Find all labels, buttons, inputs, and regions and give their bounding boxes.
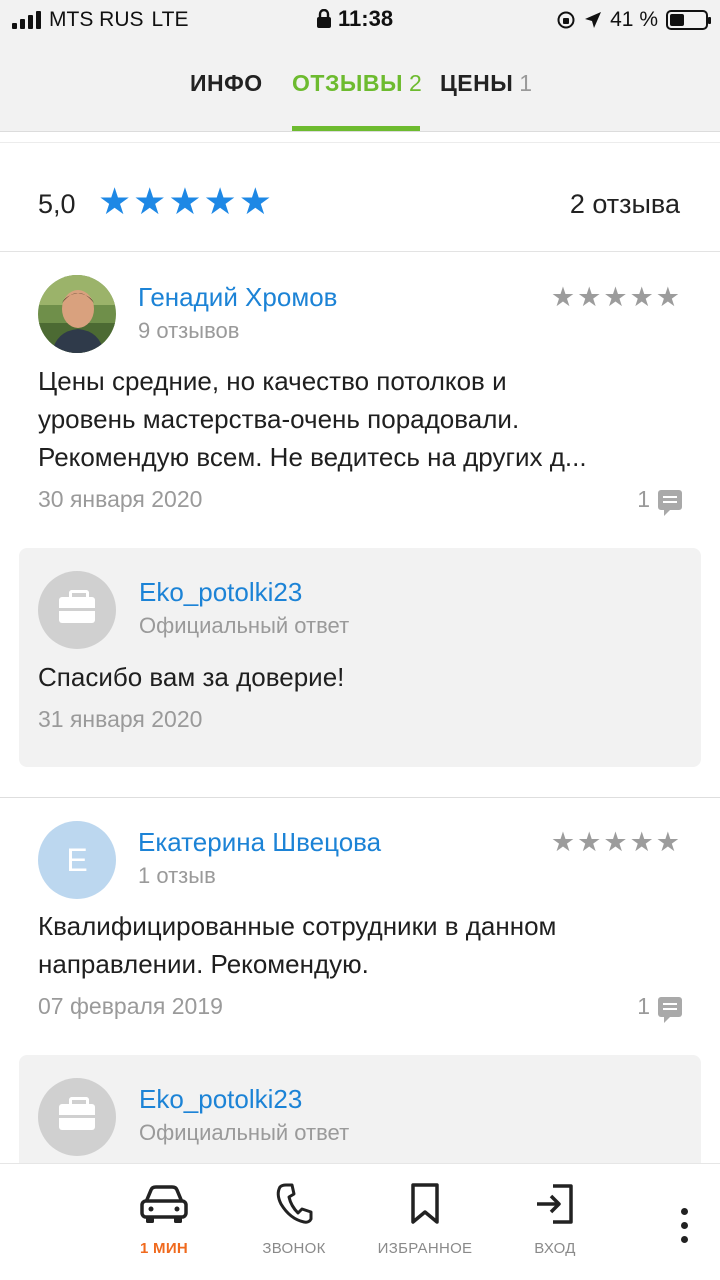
star-icon: ★	[98, 181, 132, 222]
star-icon: ★	[655, 827, 682, 857]
review-rating: ★★★★★	[551, 284, 682, 311]
comments-count: 1	[637, 993, 650, 1019]
active-tab-indicator	[292, 126, 420, 131]
signal-icon	[12, 11, 41, 29]
tab-reviews-count: 2	[409, 70, 423, 96]
clock: 11:38	[338, 6, 394, 31]
business-avatar[interactable]	[38, 571, 116, 649]
phone-icon	[276, 1183, 313, 1224]
tab-prices-label: ЦЕНЫ	[440, 70, 514, 96]
nav-eta-label: 1 МИН	[139, 1240, 189, 1257]
total-reviews: 2 отзыва	[569, 189, 680, 219]
review-text-line: Цены средние, но качество потолков и	[38, 366, 507, 396]
briefcase-icon	[59, 590, 95, 623]
reply-label: Официальный ответ	[139, 1120, 350, 1145]
review-date: 07 февраля 2019	[38, 993, 223, 1019]
star-icon: ★	[238, 181, 272, 222]
review-rating: ★★★★★	[551, 829, 682, 856]
tab-reviews-label: ОТЗЫВЫ	[292, 70, 403, 96]
review-text[interactable]: Цены средние, но качество потолков и уро…	[38, 362, 683, 476]
review-text-line: направлении. Рекомендую.	[38, 949, 369, 979]
comment-icon	[658, 489, 682, 516]
star-icon: ★	[168, 181, 202, 222]
status-left: MTS RUS LTE	[12, 8, 188, 32]
star-icon: ★	[577, 282, 604, 312]
more-menu-icon[interactable]	[674, 1208, 694, 1243]
battery-icon	[666, 10, 711, 30]
official-reply: Eko_potolki23 Официальный ответ	[19, 1055, 701, 1175]
comments-button[interactable]: 1	[637, 486, 682, 516]
briefcase-icon	[59, 1097, 95, 1130]
tab-bar: ИНФО ОТЗЫВЫ 2 ЦЕНЫ 1	[0, 40, 720, 132]
avatar-photo	[38, 275, 116, 353]
reply-author[interactable]: Eko_potolki23	[139, 577, 302, 608]
divider	[0, 797, 720, 798]
official-reply: Eko_potolki23 Официальный ответ Спасибо …	[19, 548, 701, 767]
reply-author[interactable]: Eko_potolki23	[139, 1084, 302, 1115]
nav-call-label: ЗВОНОК	[262, 1240, 326, 1257]
rating-summary: 5,0 ★ ★ ★ ★ ★ 2 отзыва	[0, 142, 720, 252]
tab-reviews[interactable]: ОТЗЫВЫ 2	[292, 70, 422, 97]
tab-info[interactable]: ИНФО	[190, 70, 263, 97]
rotation-lock-icon	[557, 11, 575, 29]
login-icon	[537, 1184, 573, 1224]
tab-prices-count: 1	[519, 70, 533, 96]
nav-favorites[interactable]: ИЗБРАННОЕ	[365, 1182, 485, 1257]
review-text-line: Рекомендую всем. Не ведитесь на других д…	[38, 442, 587, 472]
status-right: 41 %	[556, 8, 711, 32]
comments-count: 1	[637, 486, 650, 512]
star-icon: ★	[603, 282, 630, 312]
avatar[interactable]	[38, 275, 116, 353]
status-center: 11:38	[316, 6, 393, 32]
review-text-line: уровень мастерства-очень порадовали.	[38, 404, 520, 434]
review-text-line: Квалифицированные сотрудники в данном	[38, 911, 557, 941]
nav-login-label: ВХОД	[534, 1240, 576, 1257]
star-icon: ★	[655, 282, 682, 312]
reply-text: Спасибо вам за доверие!	[38, 662, 345, 692]
average-score: 5,0	[38, 189, 76, 219]
network-label: LTE	[151, 8, 189, 31]
review-author[interactable]: Екатерина Швецова	[138, 827, 381, 858]
review-text[interactable]: Квалифицированные сотрудники в данном на…	[38, 907, 683, 983]
nav-login[interactable]: ВХОД	[495, 1182, 615, 1257]
bookmark-icon	[411, 1183, 439, 1224]
car-icon	[140, 1185, 188, 1223]
nav-favorites-label: ИЗБРАННОЕ	[377, 1240, 473, 1257]
carrier-label: MTS RUS	[49, 8, 144, 31]
reply-label: Официальный ответ	[139, 613, 350, 638]
lock-icon	[317, 9, 331, 28]
star-icon: ★	[550, 282, 578, 312]
comment-icon	[658, 996, 682, 1023]
bottom-navigation: 1 МИН ЗВОНОК ИЗБРАННОЕ ВХОД	[0, 1163, 720, 1280]
tab-prices[interactable]: ЦЕНЫ 1	[440, 70, 533, 97]
star-icon: ★	[203, 181, 237, 222]
star-icon: ★	[603, 827, 630, 857]
star-icon: ★	[629, 827, 656, 857]
star-icon: ★	[577, 827, 604, 857]
avatar[interactable]: Е	[38, 821, 116, 899]
tab-info-label: ИНФО	[190, 70, 263, 96]
star-icon: ★	[629, 282, 656, 312]
nav-eta[interactable]: 1 МИН	[104, 1182, 224, 1257]
star-icon: ★	[550, 827, 578, 857]
star-icon: ★	[133, 181, 167, 222]
review-author-count: 1 отзыв	[138, 863, 216, 888]
reply-date: 31 января 2020	[38, 706, 203, 732]
nav-call[interactable]: ЗВОНОК	[234, 1182, 354, 1257]
review-author[interactable]: Генадий Хромов	[138, 282, 337, 313]
status-bar: MTS RUS LTE 11:38 41 %	[0, 0, 720, 40]
battery-percent: 41 %	[610, 8, 658, 31]
avatar-letter: Е	[66, 841, 88, 878]
average-stars: ★ ★ ★ ★ ★	[98, 183, 272, 220]
review-date: 30 января 2020	[38, 486, 203, 512]
location-arrow-icon	[585, 12, 602, 28]
business-avatar[interactable]	[38, 1078, 116, 1156]
review-author-count: 9 отзывов	[138, 318, 240, 343]
comments-button[interactable]: 1	[637, 993, 682, 1023]
